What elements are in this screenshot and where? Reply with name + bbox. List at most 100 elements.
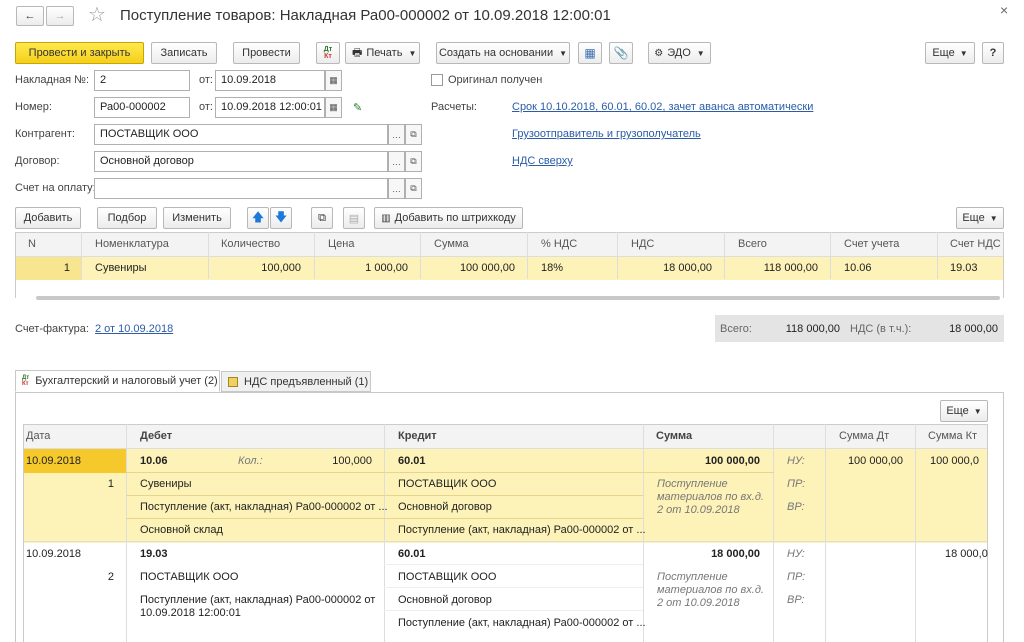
col-sum-dt: Сумма Дт bbox=[839, 430, 890, 442]
posting-note: материалов по вх.д. bbox=[657, 584, 764, 596]
number-label: Номер: bbox=[15, 101, 52, 113]
posting-date: 10.09.2018 bbox=[26, 548, 82, 560]
favorite-star-icon[interactable]: ☆ bbox=[88, 2, 106, 27]
payment-invoice-field[interactable] bbox=[94, 178, 388, 199]
open-icon[interactable]: ⧉ bbox=[405, 124, 422, 145]
dropdown-icon[interactable]: … bbox=[388, 178, 405, 199]
credit-subconto: Основной договор bbox=[398, 501, 492, 513]
original-received-label: Оригинал получен bbox=[448, 74, 543, 86]
invoice-date-field[interactable]: 10.09.2018 bbox=[215, 70, 325, 91]
debit-account: 19.03 bbox=[140, 548, 168, 560]
tax-label-nu: НУ: bbox=[787, 455, 805, 467]
quantity-value: 100,000 bbox=[332, 455, 372, 467]
chevron-down-icon: ▼ bbox=[696, 48, 705, 58]
posting-sum: 100 000,00 bbox=[704, 455, 760, 467]
edo-button[interactable]: ⚙ ЭДО ▼ bbox=[648, 42, 711, 64]
number-date-field[interactable]: 10.09.2018 12:00:01 bbox=[215, 97, 325, 118]
tax-label-vr: ВР: bbox=[787, 501, 805, 513]
calendar-icon[interactable]: ▦ bbox=[325, 70, 342, 91]
number-field[interactable]: Ра00-000002 bbox=[94, 97, 190, 118]
total-value: 118 000,00 bbox=[785, 323, 840, 335]
edo-icon: ⚙ bbox=[654, 47, 664, 59]
paste-button[interactable]: ▤ bbox=[343, 207, 365, 229]
sum-dt-value: 100 000,00 bbox=[847, 455, 903, 467]
copy-button[interactable]: ⧉ bbox=[311, 207, 333, 229]
edit-number-icon[interactable]: ✎ bbox=[353, 101, 362, 114]
sum-kt-value: 100 000,0 bbox=[930, 455, 979, 467]
tab-accounting[interactable]: Дт Кт Бухгалтерский и налоговый учет (2) bbox=[15, 370, 220, 392]
open-icon[interactable]: ⧉ bbox=[405, 178, 422, 199]
col-account: Счет учета bbox=[844, 238, 900, 250]
chevron-down-icon: ▼ bbox=[989, 213, 998, 223]
invoice-number-field[interactable]: 2 bbox=[94, 70, 190, 91]
debit-subconto: Поступление (акт, накладная) Ра00-000002… bbox=[140, 501, 388, 513]
debit-subconto: Поступление (акт, накладная) Ра00-000002… bbox=[140, 594, 376, 606]
copy-icon: ⧉ bbox=[318, 211, 326, 224]
create-based-button[interactable]: Создать на основании ▼ bbox=[436, 42, 570, 64]
contractor-field[interactable]: ПОСТАВЩИК ООО bbox=[94, 124, 388, 145]
printer-icon: 🖶 bbox=[352, 46, 363, 59]
arrow-left-icon: ← bbox=[24, 10, 36, 22]
forward-button[interactable]: → bbox=[46, 6, 74, 26]
payment-invoice-label: Счет на оплату: bbox=[15, 182, 96, 194]
col-total: Всего bbox=[738, 238, 767, 250]
vat-link[interactable]: НДС сверху bbox=[512, 155, 573, 167]
items-more-button[interactable]: Еще ▼ bbox=[956, 207, 1004, 229]
add-by-barcode-button[interactable]: ▥ Добавить по штрихкоду bbox=[374, 207, 523, 229]
attach-button[interactable]: 📎 bbox=[609, 42, 633, 64]
invoice-from-label: от: bbox=[199, 74, 213, 86]
contract-label: Договор: bbox=[15, 155, 60, 167]
calendar-icon[interactable]: ▦ bbox=[325, 97, 342, 118]
vat-total-label: НДС (в т.ч.): bbox=[850, 323, 912, 335]
move-up-button[interactable]: 🡅 bbox=[247, 207, 269, 229]
chevron-down-icon: ▼ bbox=[408, 48, 417, 58]
posting-note: 2 от 10.09.2018 bbox=[657, 504, 740, 516]
back-button[interactable]: ← bbox=[16, 6, 44, 26]
table-cell: 18% bbox=[541, 262, 564, 274]
col-vat: НДС bbox=[631, 238, 655, 250]
col-price: Цена bbox=[328, 238, 355, 250]
save-button[interactable]: Записать bbox=[151, 42, 217, 64]
col-sum: Сумма bbox=[434, 238, 469, 250]
col-vat-rate: % НДС bbox=[541, 238, 578, 250]
document-icon bbox=[228, 376, 238, 387]
dropdown-icon[interactable]: … bbox=[388, 151, 405, 172]
tab-vat-presented[interactable]: НДС предъявленный (1) bbox=[221, 371, 371, 392]
postings-more-button[interactable]: Еще ▼ bbox=[940, 400, 988, 422]
contractor-label: Контрагент: bbox=[15, 128, 75, 140]
pick-button[interactable]: Подбор bbox=[97, 207, 157, 229]
original-received-checkbox[interactable] bbox=[431, 74, 443, 86]
open-icon[interactable]: ⧉ bbox=[405, 151, 422, 172]
col-date: Дата bbox=[26, 430, 51, 442]
dropdown-icon[interactable]: … bbox=[388, 124, 405, 145]
help-button[interactable]: ? bbox=[982, 42, 1004, 64]
close-icon[interactable]: × bbox=[1000, 2, 1008, 18]
credit-subconto: ПОСТАВЩИК ООО bbox=[398, 571, 497, 583]
chevron-down-icon: ▼ bbox=[973, 406, 982, 416]
sum-kt-value: 18 000,0 bbox=[945, 548, 988, 560]
arrow-up-icon: 🡅 bbox=[251, 209, 265, 224]
post-button[interactable]: Провести bbox=[233, 42, 300, 64]
print-button[interactable]: 🖶 Печать ▼ bbox=[345, 42, 420, 64]
vat-total-value: 18 000,00 bbox=[949, 323, 998, 335]
move-down-button[interactable]: 🡇 bbox=[270, 207, 292, 229]
invoice-footer-link[interactable]: 2 от 10.09.2018 bbox=[95, 323, 173, 335]
post-and-close-button[interactable]: Провести и закрыть bbox=[15, 42, 144, 64]
col-posting-sum: Сумма bbox=[656, 430, 693, 442]
settlements-link[interactable]: Срок 10.10.2018, 60.01, 60.02, зачет ава… bbox=[512, 101, 813, 113]
contract-field[interactable]: Основной договор bbox=[94, 151, 388, 172]
horizontal-scrollbar[interactable] bbox=[36, 296, 1000, 300]
structure-button[interactable]: ▦ bbox=[578, 42, 602, 64]
paste-icon: ▤ bbox=[348, 212, 360, 225]
debit-account: 10.06 bbox=[140, 455, 168, 467]
debit-subconto: ПОСТАВЩИК ООО bbox=[140, 571, 239, 583]
more-button[interactable]: Еще ▼ bbox=[925, 42, 975, 64]
change-button[interactable]: Изменить bbox=[163, 207, 231, 229]
posting-note: Поступление bbox=[657, 478, 728, 490]
dtkt-button[interactable]: Дт Кт bbox=[316, 42, 340, 64]
add-button[interactable]: Добавить bbox=[15, 207, 81, 229]
number-from-label: от: bbox=[199, 101, 213, 113]
col-quantity: Количество bbox=[221, 238, 281, 250]
total-label: Всего: bbox=[720, 323, 752, 335]
shipper-link[interactable]: Грузоотправитель и грузополучатель bbox=[512, 128, 701, 140]
